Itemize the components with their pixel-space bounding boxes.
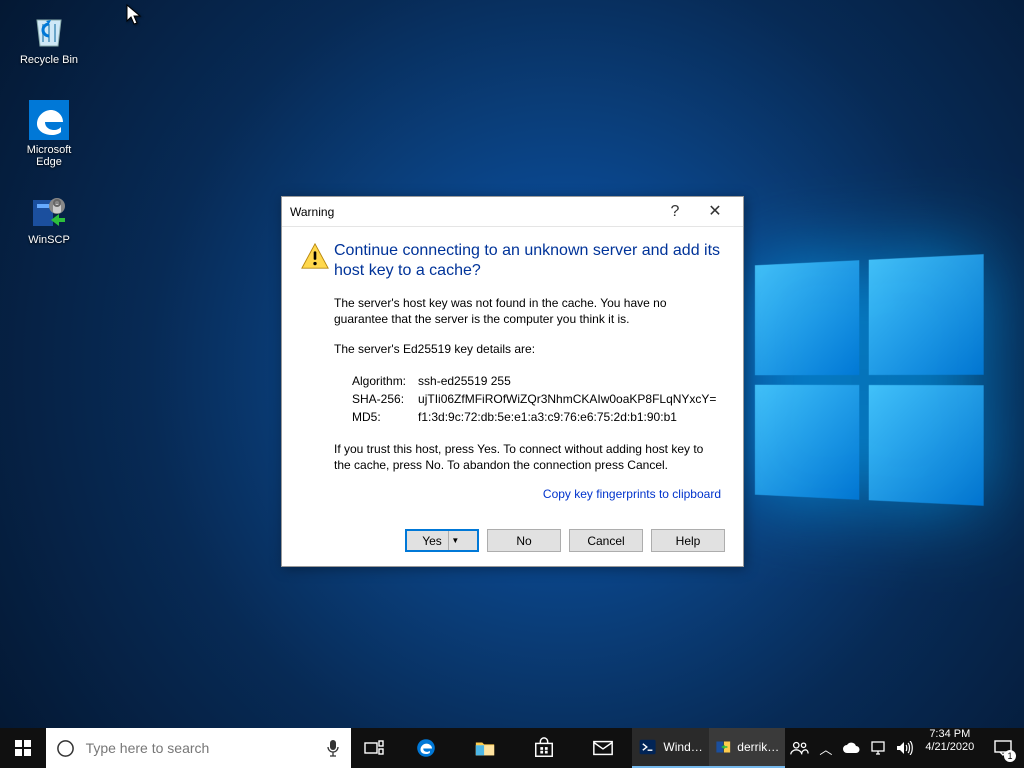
dialog-text: The server's Ed25519 key details are:: [334, 341, 721, 357]
dialog-text: If you trust this host, press Yes. To co…: [334, 441, 721, 473]
dialog-help-button[interactable]: ?: [655, 197, 695, 227]
copy-fingerprints-link[interactable]: Copy key fingerprints to clipboard: [334, 487, 721, 501]
taskbar-app-powershell[interactable]: Wind…: [632, 728, 709, 768]
taskbar-app-label: Wind…: [663, 740, 702, 754]
tray-volume-icon[interactable]: [896, 741, 913, 755]
key-details: Algorithm:ssh-ed25519 255 SHA-256:ujTIi0…: [334, 371, 718, 427]
no-button[interactable]: No: [487, 529, 561, 552]
winscp-icon: [29, 190, 69, 230]
taskbar-app-store[interactable]: [515, 728, 574, 768]
tray-network-icon[interactable]: [870, 741, 886, 755]
edge-icon: [29, 100, 69, 140]
warning-dialog: Warning ? ✕ Continue connecting to an un…: [281, 196, 744, 567]
taskbar-app-winscp[interactable]: derrik…: [709, 728, 786, 768]
search-placeholder: Type here to search: [86, 740, 316, 756]
desktop[interactable]: Recycle Bin Microsoft Edge WinSCP Warnin…: [0, 0, 1024, 768]
clock-time: 7:34 PM: [925, 728, 974, 741]
taskbar-app-label: derrik…: [737, 740, 779, 754]
warning-icon: [300, 241, 334, 505]
tray-onedrive-icon[interactable]: [842, 742, 860, 754]
close-icon[interactable]: ✕: [695, 197, 735, 227]
cortana-icon: [46, 739, 86, 758]
desktop-icon-edge[interactable]: Microsoft Edge: [14, 100, 84, 168]
desktop-icon-winscp[interactable]: WinSCP: [14, 190, 84, 246]
desktop-icon-recycle-bin[interactable]: Recycle Bin: [14, 10, 84, 66]
taskbar-app-mail[interactable]: [573, 728, 632, 768]
recycle-bin-icon: [29, 10, 69, 50]
tray-chevron-up-icon[interactable]: ︿: [819, 739, 832, 758]
chevron-down-icon[interactable]: ▼: [448, 531, 462, 550]
taskbar-app-edge[interactable]: [397, 728, 456, 768]
mic-icon[interactable]: [315, 739, 351, 757]
dialog-titlebar[interactable]: Warning ? ✕: [282, 197, 743, 227]
dialog-title: Warning: [290, 197, 334, 227]
windows-logo-wallpaper: [755, 254, 984, 506]
dialog-text: The server's host key was not found in t…: [334, 295, 721, 327]
desktop-icon-label: Recycle Bin: [20, 54, 78, 66]
desktop-icon-label: WinSCP: [28, 234, 70, 246]
yes-button[interactable]: Yes ▼: [405, 529, 479, 552]
clock-date: 4/21/2020: [925, 741, 974, 754]
taskbar-clock[interactable]: 7:34 PM 4/21/2020: [917, 728, 982, 768]
system-tray: ︿: [785, 728, 917, 768]
taskbar-app-explorer[interactable]: [456, 728, 515, 768]
tray-people-icon[interactable]: [789, 740, 809, 756]
mouse-cursor: [126, 4, 142, 28]
search-input[interactable]: Type here to search: [46, 728, 352, 768]
desktop-icon-label: Microsoft Edge: [27, 144, 72, 168]
task-view-button[interactable]: [351, 728, 397, 768]
help-button[interactable]: Help: [651, 529, 725, 552]
dialog-heading: Continue connecting to an unknown server…: [334, 241, 721, 281]
taskbar: Type here to search Wind… derrik… ︿ 7:34…: [0, 728, 1024, 768]
action-center-button[interactable]: 1: [982, 728, 1024, 768]
notification-badge: 1: [1004, 750, 1016, 762]
cancel-button[interactable]: Cancel: [569, 529, 643, 552]
start-button[interactable]: [0, 728, 46, 768]
